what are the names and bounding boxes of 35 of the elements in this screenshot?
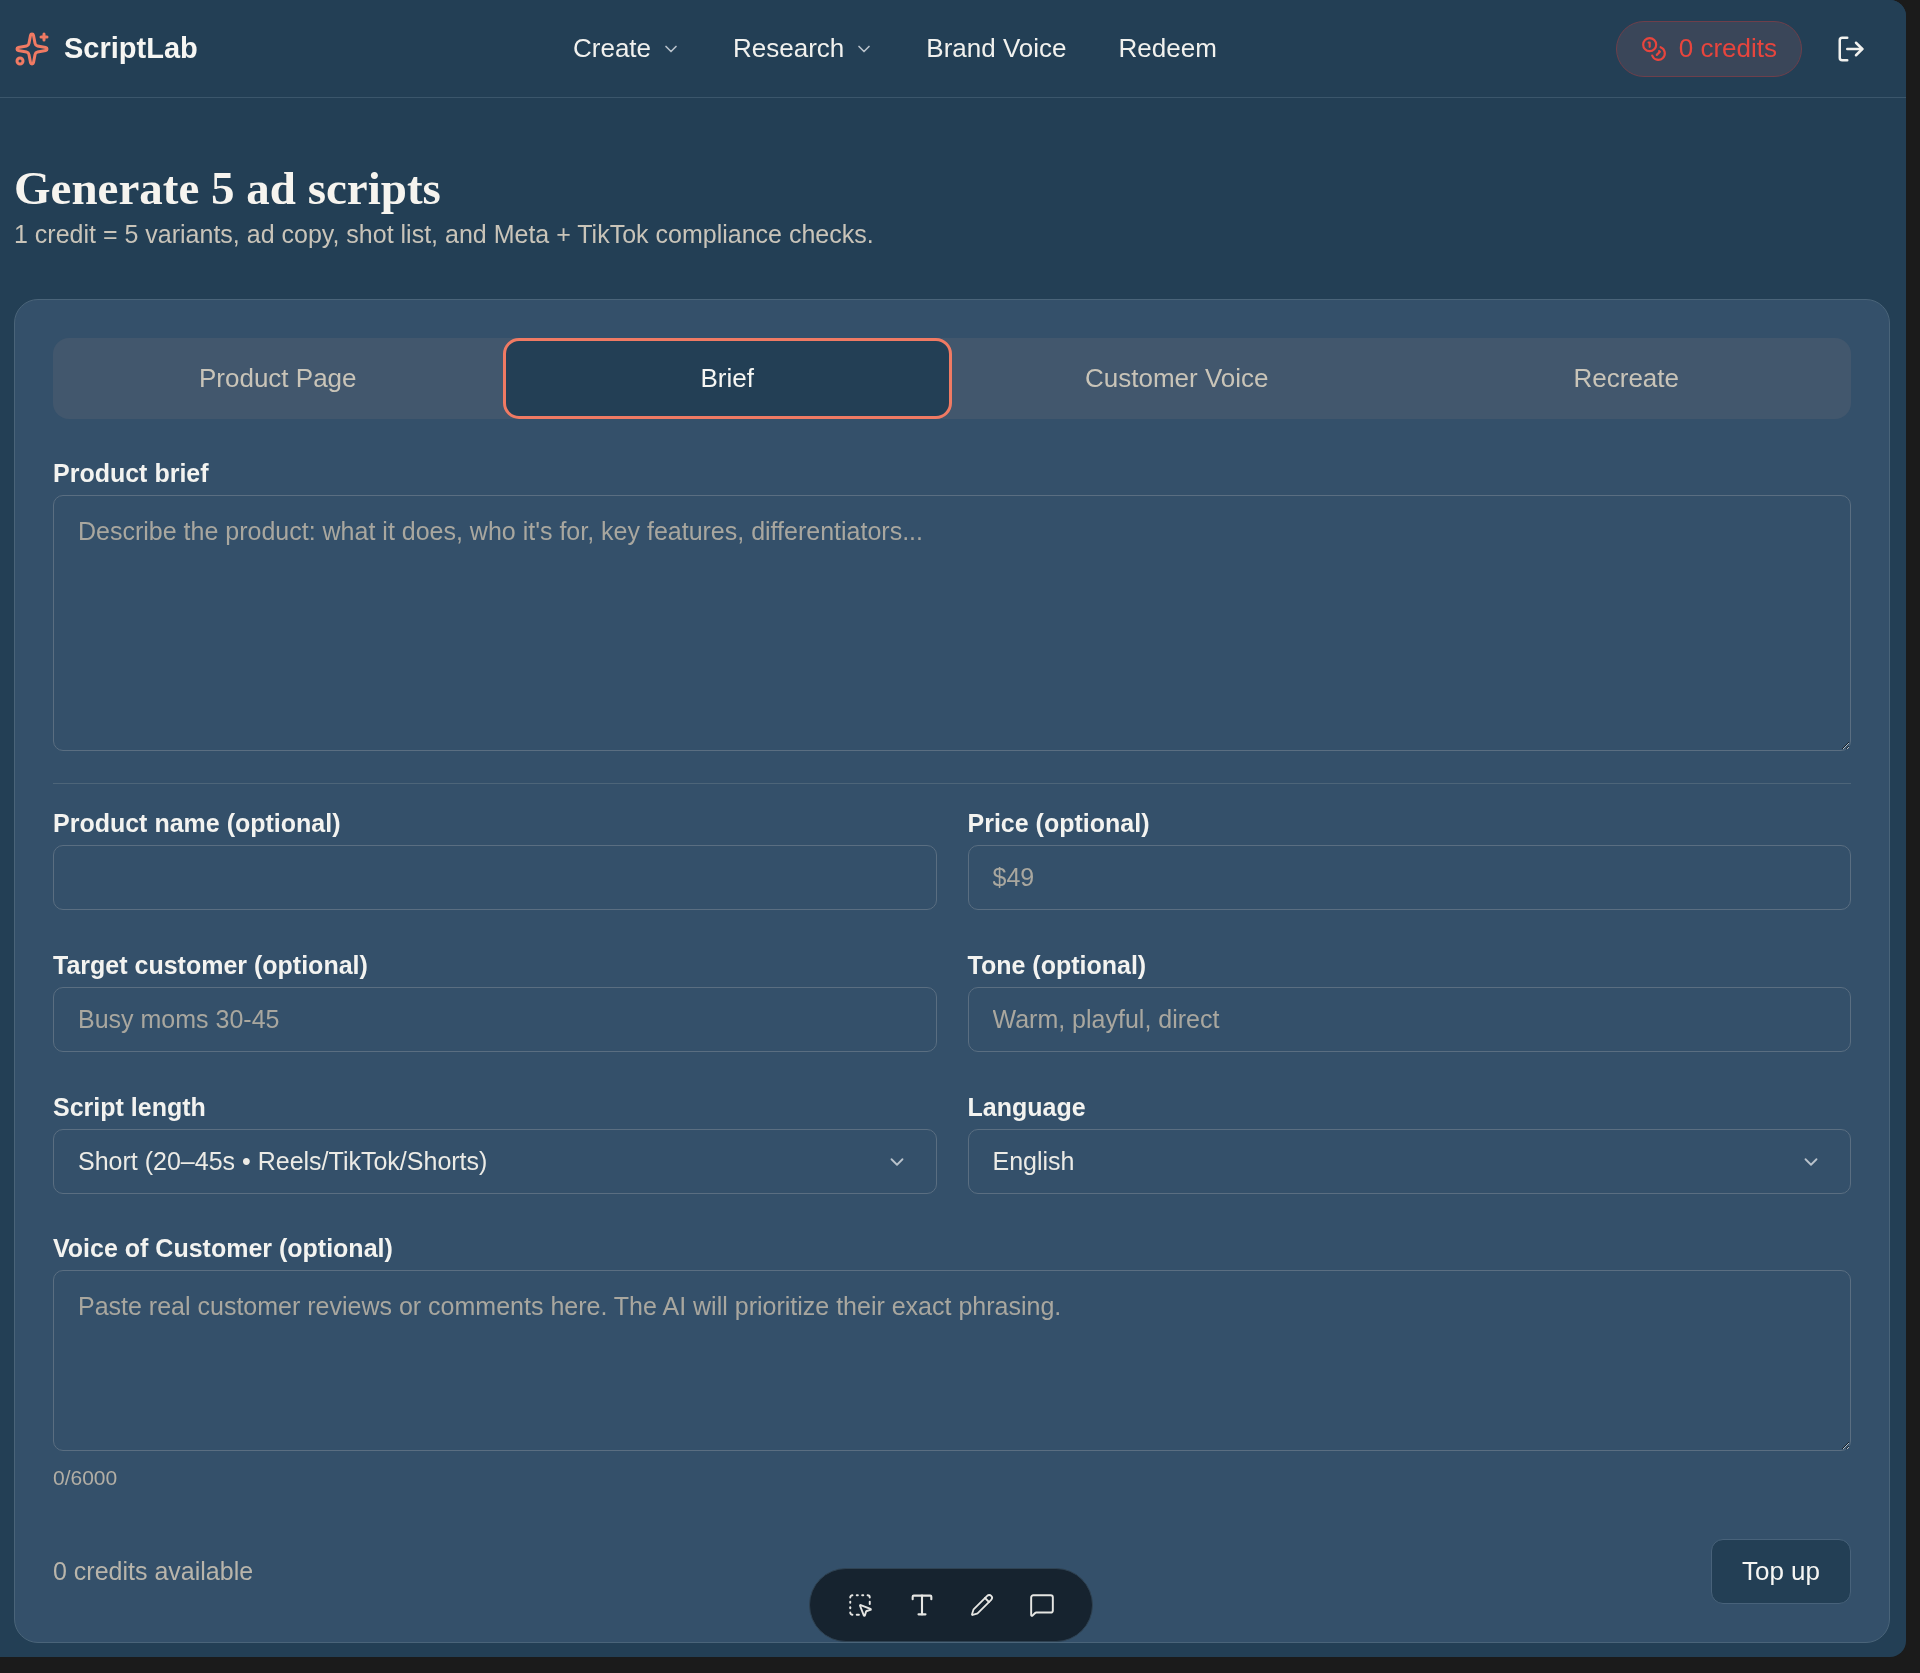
field-label: Target customer (optional) xyxy=(53,950,369,980)
nav-menu[interactable]: Create xyxy=(573,29,682,68)
top-up-button[interactable]: Top up xyxy=(1710,1539,1851,1604)
field-label: Tone (optional) xyxy=(967,950,1148,980)
pencil-icon[interactable] xyxy=(970,1593,995,1617)
field-label: Price (optional) xyxy=(967,808,1151,838)
tab[interactable]: Customer Voice xyxy=(952,338,1402,419)
field-label: Language xyxy=(967,1092,1087,1122)
select-field[interactable]: English xyxy=(967,1129,1851,1194)
coins-icon xyxy=(1640,35,1667,62)
field-label: Voice of Customer (optional) xyxy=(53,1233,394,1263)
page-subtitle: 1 credit = 5 variants, ad copy, shot list, and Meta + TikTok compliance checks. xyxy=(14,219,875,249)
input-field[interactable]: $49 xyxy=(967,845,1851,910)
input-field[interactable] xyxy=(53,845,937,910)
field-label: Product brief xyxy=(53,458,210,488)
comment-icon[interactable] xyxy=(1028,1592,1055,1618)
nav-menu[interactable]: Research xyxy=(733,29,875,68)
nav-link[interactable]: Brand Voice xyxy=(926,29,1067,68)
tab[interactable]: Product Page xyxy=(53,338,503,419)
credits-available-text: 0 credits available xyxy=(53,1555,254,1587)
input-field[interactable]: Warm, playful, direct xyxy=(967,987,1851,1052)
character-counter: 0/6000 xyxy=(53,1465,118,1491)
nav-link[interactable]: Redeem xyxy=(1118,29,1217,68)
field-label: Script length xyxy=(53,1092,207,1122)
page-title: Generate 5 ad scripts xyxy=(14,161,442,216)
input-field[interactable]: Busy moms 30-45 xyxy=(53,987,937,1052)
brand-name: ScriptLab xyxy=(64,30,198,66)
select-area-icon[interactable] xyxy=(847,1592,874,1618)
tab[interactable]: Brief xyxy=(502,338,952,419)
field-label: Product name (optional) xyxy=(53,808,342,838)
product-brief-field[interactable]: Describe the product: what it does, who it's for, key features, differentiators... xyxy=(53,495,1851,751)
sparkles-logo-icon xyxy=(14,30,50,67)
select-field[interactable]: Short (20–45s • Reels/TikTok/Shorts) xyxy=(53,1129,937,1194)
voice-of-customer-field[interactable]: Paste real customer reviews or comments here. The AI will prioritize their exact phrasing. xyxy=(53,1270,1851,1451)
tab[interactable]: Recreate xyxy=(1401,338,1851,419)
